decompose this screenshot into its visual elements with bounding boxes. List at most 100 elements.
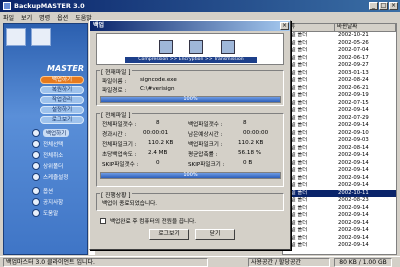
- file-list[interactable]: 종류 바뀐날짜 파일 폴더2002-10-21파일 폴더2002-05-26파일…: [282, 23, 397, 255]
- row-date: 2002-08-24: [338, 77, 369, 83]
- list-row[interactable]: 파일 폴더 2002-05-26: [283, 40, 396, 48]
- backup-icon: [32, 128, 40, 137]
- list-row[interactable]: 파일 폴더 2002-08-14: [283, 145, 396, 153]
- row-date: 2002-09-14: [338, 234, 369, 241]
- close-button[interactable]: ×: [389, 2, 398, 10]
- current-file-progress-fill: 100%: [101, 97, 280, 102]
- row-date: 2002-09-10: [338, 129, 369, 136]
- menu-file[interactable]: 파일: [3, 13, 14, 22]
- list-row[interactable]: 파일 폴더 2002-10-21: [283, 32, 396, 40]
- tool-select-all[interactable]: 전체선택: [32, 139, 63, 148]
- row-date: 2002-07-04: [338, 47, 369, 53]
- status-space-label: 사용공간 / 할당공간: [248, 257, 330, 267]
- dialog-close-action-button[interactable]: 닫기: [195, 229, 235, 240]
- list-row[interactable]: 파일 폴더 2002-09-14: [283, 220, 396, 228]
- skip-count-value: 0: [156, 160, 160, 166]
- list-row[interactable]: 파일 폴더 2002-08-24: [283, 77, 396, 85]
- list-row[interactable]: 파일 폴더 2002-09-14: [283, 152, 396, 160]
- total-progress-fill: 100%: [101, 173, 280, 178]
- dialog-close-button[interactable]: ×: [280, 22, 289, 30]
- backed-size-label: 백업파일크기 :: [188, 142, 223, 148]
- menu-options[interactable]: 옵션: [57, 13, 68, 22]
- list-row[interactable]: 파일 폴더 2002-07-29: [283, 115, 396, 123]
- row-date: 2002-08-23: [338, 197, 369, 203]
- brand-logo: MASTER: [47, 64, 84, 73]
- shutdown-checkbox[interactable]: [100, 218, 106, 224]
- column-date[interactable]: 바뀐날짜: [335, 24, 396, 31]
- skip-size-value: 0 B: [243, 160, 253, 166]
- row-date: 2002-09-14: [338, 122, 369, 128]
- list-row[interactable]: 파일 폴더 2002-09-14: [283, 227, 396, 235]
- tool-help[interactable]: 도움말: [32, 208, 58, 217]
- backed-size-value: 110.2 KB: [238, 140, 264, 146]
- list-row[interactable]: 파일 폴더 2002-09-14: [283, 167, 396, 175]
- list-row[interactable]: 파일 폴더 2002-10-11: [283, 189, 396, 197]
- row-date: 2002-10-21: [338, 32, 369, 38]
- list-row[interactable]: 파일 폴더 2002-07-15: [283, 100, 396, 108]
- tool-cancel-all[interactable]: 전체취소: [32, 150, 63, 159]
- nav-log-button[interactable]: 로그보기: [40, 116, 84, 124]
- list-row[interactable]: 파일 폴더 2002-09-14: [283, 107, 396, 115]
- row-date: 2002-09-14: [338, 204, 369, 211]
- list-row[interactable]: 파일 폴더 2002-09-14: [283, 205, 396, 213]
- list-row[interactable]: 파일 폴더 2002-07-04: [283, 47, 396, 55]
- list-row[interactable]: 파일 폴더 2002-09-19: [283, 92, 396, 100]
- list-row[interactable]: 파일 폴더 2002-09-10: [283, 130, 396, 138]
- minimize-button[interactable]: _: [369, 2, 378, 10]
- status-bar: 백업마스터 3.0 클라이언트 입니다. 사용공간 / 할당공간 80 KB /…: [0, 256, 400, 267]
- list-row[interactable]: 파일 폴더 2002-06-17: [283, 55, 396, 63]
- maximize-button[interactable]: □: [379, 2, 388, 10]
- list-row[interactable]: 파일 폴더 2002-09-14: [283, 122, 396, 130]
- list-row[interactable]: 파일 폴더 2002-09-14: [283, 212, 396, 220]
- app-icon: [3, 2, 11, 10]
- list-row[interactable]: 파일 폴더 2002-09-27: [283, 62, 396, 70]
- nav-backup-button[interactable]: 백업하기: [40, 76, 84, 84]
- list-header: 종류 바뀐날짜: [283, 24, 396, 32]
- nav-restore-button[interactable]: 복원하기: [40, 86, 84, 94]
- total-size-value: 110.2 KB: [148, 140, 174, 146]
- total-files-title: [ 전체파일 ]: [100, 110, 132, 119]
- dialog-title: 백업: [90, 21, 290, 31]
- help-icon: [32, 208, 40, 217]
- nav-jobs-button[interactable]: 작업관리: [40, 96, 84, 104]
- elapsed-value: 00:00:01: [143, 130, 169, 136]
- speed-label: 초당백업속도 :: [102, 152, 137, 158]
- lock-icon: [189, 40, 203, 54]
- list-row[interactable]: 파일 폴더 2002-09-14: [283, 182, 396, 190]
- file-name-label: 파일이름 :: [102, 79, 127, 85]
- remaining-label: 남은예상시간 :: [188, 132, 223, 138]
- tool-backup[interactable]: 백업하기: [32, 128, 70, 137]
- computer-icon: [6, 28, 26, 46]
- row-date: 2002-09-14: [338, 174, 369, 181]
- list-row[interactable]: 파일 폴더 2002-09-14: [283, 160, 396, 168]
- tool-notice[interactable]: 공지사항: [32, 197, 63, 206]
- file-path-label: 파일경로 :: [102, 88, 127, 94]
- speed-value: 2.4 MB: [148, 150, 168, 156]
- banner-text: Compression >> Encryption >> Transmissio…: [125, 57, 257, 63]
- list-row[interactable]: 파일 폴더 2002-06-21: [283, 85, 396, 93]
- list-row[interactable]: 파일 폴더 2002-09-14: [283, 235, 396, 243]
- nav-settings-button[interactable]: 설정하기: [40, 106, 84, 114]
- list-row[interactable]: 파일 폴더 2002-08-23: [283, 197, 396, 205]
- ratio-value: 56.18 %: [238, 150, 262, 156]
- menu-view[interactable]: 보기: [21, 13, 32, 22]
- row-date: 2002-06-21: [338, 84, 369, 91]
- list-row[interactable]: 파일 폴더 2002-09-14: [283, 242, 396, 250]
- tool-option[interactable]: 옵션: [32, 186, 53, 195]
- tool-folder-up[interactable]: 상위폴더: [32, 161, 63, 170]
- option-icon: [32, 186, 40, 195]
- log-view-button[interactable]: 로그보기: [149, 229, 189, 240]
- total-size-label: 전체파일크기 :: [102, 142, 137, 148]
- row-date: 2002-09-14: [338, 152, 369, 158]
- shutdown-checkbox-label[interactable]: 백업완료 후 컴퓨터의 전원을 끕니다.: [110, 217, 196, 225]
- total-count-value: 8: [156, 120, 160, 126]
- list-row[interactable]: 파일 폴더 2002-09-14: [283, 175, 396, 183]
- row-date: 2002-06-17: [338, 54, 369, 61]
- list-row[interactable]: 파일 폴더 2002-09-03: [283, 137, 396, 145]
- row-date: 2002-08-14: [338, 144, 369, 151]
- transmit-icon: [221, 40, 235, 54]
- row-date: 2002-09-19: [338, 92, 369, 98]
- menu-command[interactable]: 명령: [39, 13, 50, 22]
- list-row[interactable]: 파일 폴더 2003-01-13: [283, 70, 396, 78]
- tool-schedule[interactable]: 스케쥴설정: [32, 172, 68, 181]
